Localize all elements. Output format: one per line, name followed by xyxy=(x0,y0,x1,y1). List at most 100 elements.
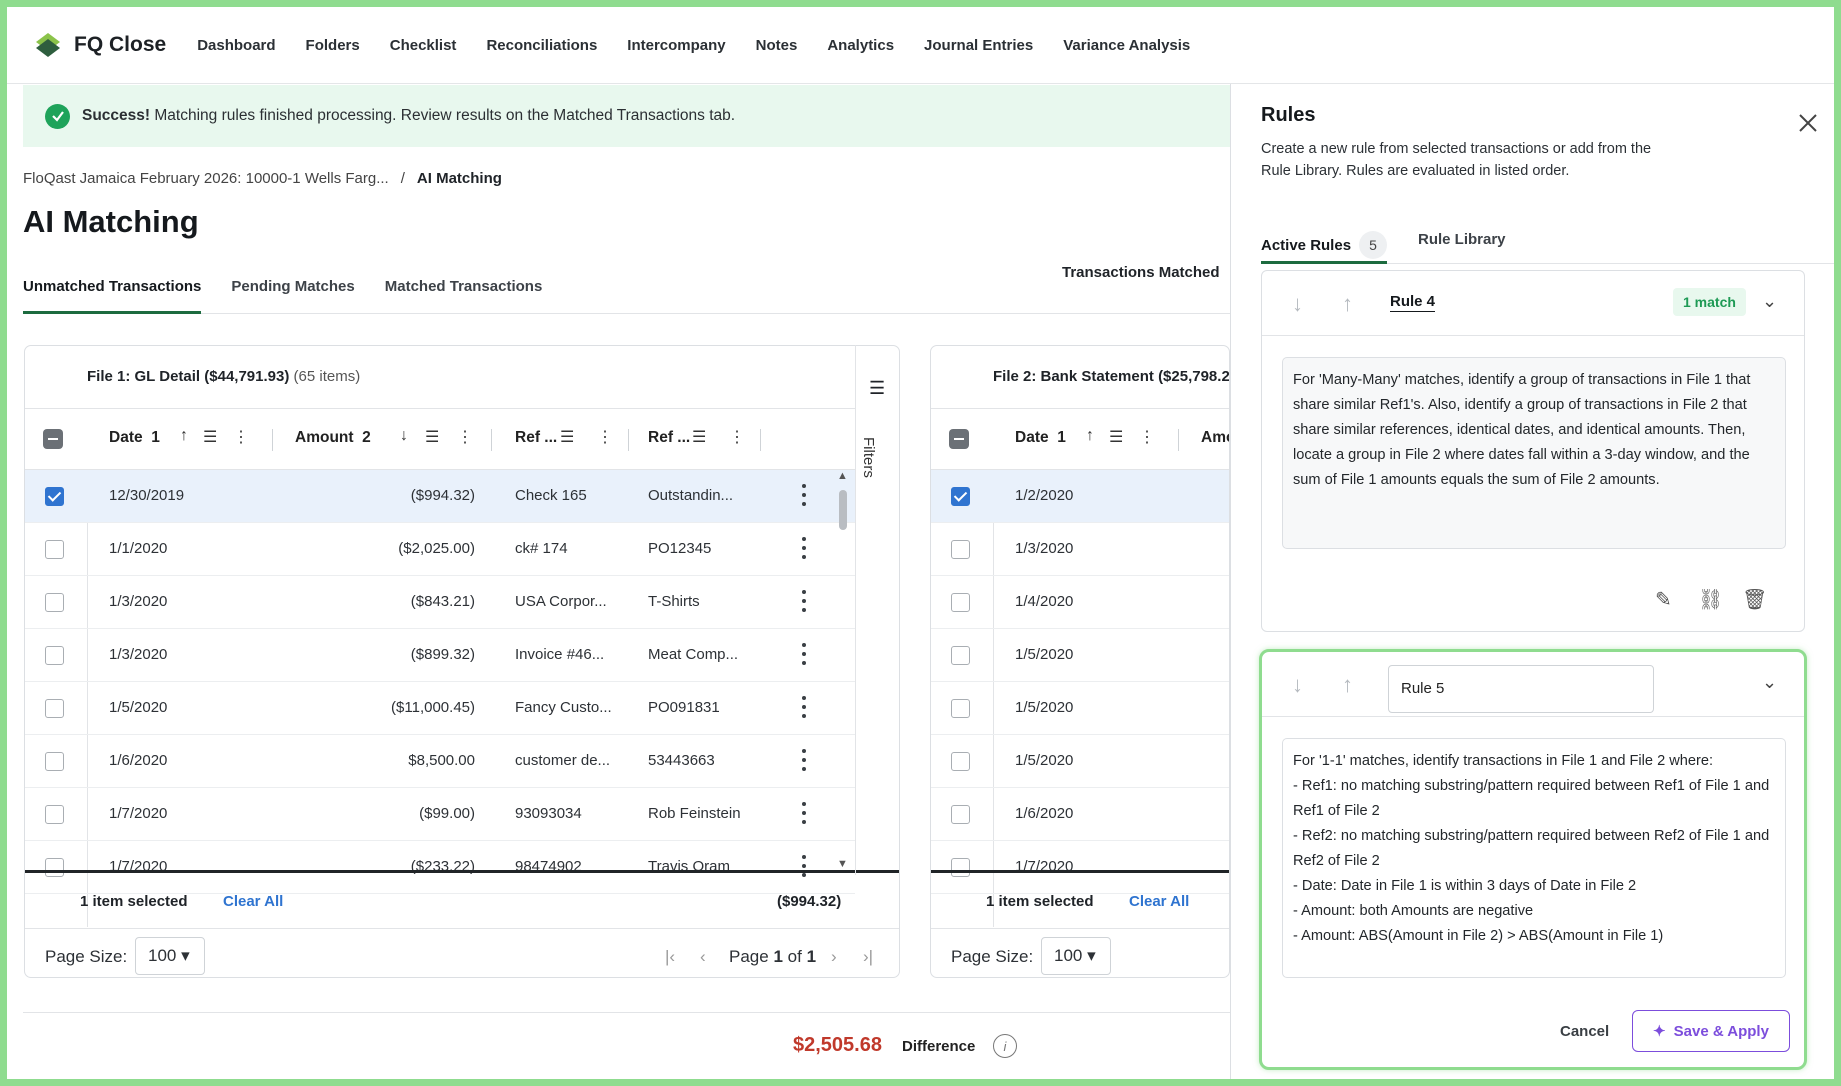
info-icon[interactable]: i xyxy=(993,1034,1017,1058)
cell-date: 1/5/2020 xyxy=(1015,752,1074,769)
rule-text-editor[interactable]: For '1-1' matches, identify transactions… xyxy=(1282,738,1786,978)
column-ref2[interactable]: Ref ... xyxy=(648,429,690,447)
table-row[interactable]: 1/2/2020 xyxy=(931,470,1229,523)
trash-icon[interactable]: 🗑 xyxy=(1742,587,1767,612)
row-checkbox[interactable] xyxy=(951,805,970,824)
table-row[interactable]: 1/3/2020 xyxy=(931,523,1229,576)
arrow-up-icon[interactable]: ↑ xyxy=(1342,291,1353,317)
kebab-icon[interactable]: ⋮ xyxy=(457,427,473,447)
arrow-down-icon[interactable]: ↓ xyxy=(1292,291,1303,317)
row-checkbox[interactable] xyxy=(45,540,64,559)
rule-name[interactable]: Rule 4 xyxy=(1390,293,1436,312)
nav-journal-entries[interactable]: Journal Entries xyxy=(924,37,1033,54)
kebab-icon[interactable]: ⋮ xyxy=(597,427,613,447)
chevron-down-icon[interactable]: ⌄ xyxy=(1762,672,1777,693)
filters-sidebar-toggle[interactable]: ☰ Filters xyxy=(855,345,900,875)
page-size-select[interactable]: 100 ▾ xyxy=(1041,937,1111,975)
row-checkbox[interactable] xyxy=(951,540,970,559)
kebab-icon[interactable] xyxy=(801,590,807,612)
column-amount[interactable]: Amo xyxy=(1201,429,1229,447)
tab-matched-transactions[interactable]: Matched Transactions xyxy=(385,272,543,313)
table-row[interactable]: 1/3/2020 ($899.32) Invoice #46... Meat Comp… xyxy=(25,629,855,682)
cancel-button[interactable]: Cancel xyxy=(1560,1023,1609,1040)
tab-pending-matches[interactable]: Pending Matches xyxy=(231,272,354,313)
tab-unmatched-transactions[interactable]: Unmatched Transactions xyxy=(23,272,202,314)
row-checkbox[interactable] xyxy=(45,752,64,771)
table-row[interactable]: 1/3/2020 ($843.21) USA Corpor... T-Shirts xyxy=(25,576,855,629)
kebab-icon[interactable]: ⋮ xyxy=(729,427,745,447)
column-ref1[interactable]: Ref ... xyxy=(515,429,557,447)
table-row[interactable]: 1/5/2020 xyxy=(931,735,1229,788)
nav-analytics[interactable]: Analytics xyxy=(827,37,894,54)
row-checkbox[interactable] xyxy=(45,805,64,824)
clear-all-button[interactable]: Clear All xyxy=(223,893,283,910)
table-row[interactable]: 1/1/2020 ($2,025.00) ck# 174 PO12345 xyxy=(25,523,855,576)
unlink-icon[interactable]: ⛓ xyxy=(1698,587,1723,612)
kebab-icon[interactable] xyxy=(801,484,807,506)
row-checkbox[interactable] xyxy=(951,487,970,506)
page-size-select[interactable]: 100 ▾ xyxy=(135,937,205,975)
row-checkbox[interactable] xyxy=(45,487,64,506)
row-checkbox[interactable] xyxy=(951,646,970,665)
column-amount[interactable]: Amount 2 xyxy=(295,429,371,447)
kebab-icon[interactable] xyxy=(801,537,807,559)
save-apply-button[interactable]: ✦ Save & Apply xyxy=(1632,1010,1790,1052)
pencil-icon[interactable]: ✎ xyxy=(1655,587,1672,612)
prev-page-icon[interactable]: ‹ xyxy=(700,947,706,967)
kebab-icon[interactable] xyxy=(801,802,807,824)
kebab-icon[interactable]: ⋮ xyxy=(1139,427,1155,447)
nav-dashboard[interactable]: Dashboard xyxy=(197,37,275,54)
table-row[interactable]: 1/6/2020 xyxy=(931,788,1229,841)
file1-scrollbar[interactable]: ▲ ▼ xyxy=(836,470,850,870)
table-row[interactable]: 1/4/2020 xyxy=(931,576,1229,629)
row-checkbox[interactable] xyxy=(45,699,64,718)
nav-variance-analysis[interactable]: Variance Analysis xyxy=(1063,37,1190,54)
select-all-checkbox[interactable] xyxy=(43,429,63,449)
nav-checklist[interactable]: Checklist xyxy=(390,37,457,54)
last-page-icon[interactable]: ›| xyxy=(863,947,873,967)
sort-up-icon[interactable]: ↑ xyxy=(180,427,188,445)
nav-folders[interactable]: Folders xyxy=(306,37,360,54)
table-row[interactable]: 1/6/2020 $8,500.00 customer de... 53443663 xyxy=(25,735,855,788)
clear-all-button[interactable]: Clear All xyxy=(1129,893,1189,910)
table-row[interactable]: 12/30/2019 ($994.32) Check 165 Outstandin..… xyxy=(25,470,855,523)
arrow-down-icon[interactable]: ↓ xyxy=(1292,672,1303,698)
table-row[interactable]: 1/5/2020 xyxy=(931,682,1229,735)
filter-icon[interactable]: ☰ xyxy=(203,427,217,447)
nav-notes[interactable]: Notes xyxy=(756,37,798,54)
nav-intercompany[interactable]: Intercompany xyxy=(627,37,725,54)
kebab-icon[interactable] xyxy=(801,696,807,718)
sort-up-icon[interactable]: ↑ xyxy=(1086,427,1094,445)
first-page-icon[interactable]: |‹ xyxy=(665,947,675,967)
select-all-checkbox[interactable] xyxy=(949,429,969,449)
row-checkbox[interactable] xyxy=(951,699,970,718)
tab-active-rules[interactable]: Active Rules 5 xyxy=(1261,222,1388,264)
table-row[interactable]: 1/5/2020 ($11,000.45) Fancy Custo... PO0918… xyxy=(25,682,855,735)
sort-down-icon[interactable]: ↓ xyxy=(400,427,408,445)
filter-icon[interactable]: ☰ xyxy=(1109,427,1123,447)
arrow-up-icon[interactable]: ↑ xyxy=(1342,672,1353,698)
kebab-icon[interactable]: ⋮ xyxy=(233,427,249,447)
column-date[interactable]: Date 1 xyxy=(109,429,160,447)
column-date[interactable]: Date 1 xyxy=(1015,429,1066,447)
table-row[interactable]: 1/7/2020 ($99.00) 93093034 Rob Feinstein xyxy=(25,788,855,841)
filter-icon[interactable]: ☰ xyxy=(560,427,574,447)
filter-icon[interactable]: ☰ xyxy=(425,427,439,447)
row-checkbox[interactable] xyxy=(45,593,64,612)
row-checkbox[interactable] xyxy=(45,646,64,665)
filter-icon[interactable]: ☰ xyxy=(692,427,706,447)
nav-reconciliations[interactable]: Reconciliations xyxy=(486,37,597,54)
row-checkbox[interactable] xyxy=(951,593,970,612)
rule-name-input[interactable]: Rule 5 xyxy=(1388,665,1654,713)
kebab-icon[interactable] xyxy=(801,749,807,771)
chevron-down-icon[interactable]: ⌄ xyxy=(1762,291,1777,312)
row-checkbox[interactable] xyxy=(951,752,970,771)
table-row[interactable]: 1/5/2020 xyxy=(931,629,1229,682)
breadcrumb-parent[interactable]: FloQast Jamaica February 2026: 10000-1 W… xyxy=(23,170,389,187)
next-page-icon[interactable]: › xyxy=(831,947,837,967)
close-icon[interactable] xyxy=(1797,112,1819,134)
app-logo[interactable]: FQ Close xyxy=(33,30,166,60)
cell-ref2: PO12345 xyxy=(648,540,712,557)
kebab-icon[interactable] xyxy=(801,643,807,665)
tab-rule-library[interactable]: Rule Library xyxy=(1418,222,1506,264)
